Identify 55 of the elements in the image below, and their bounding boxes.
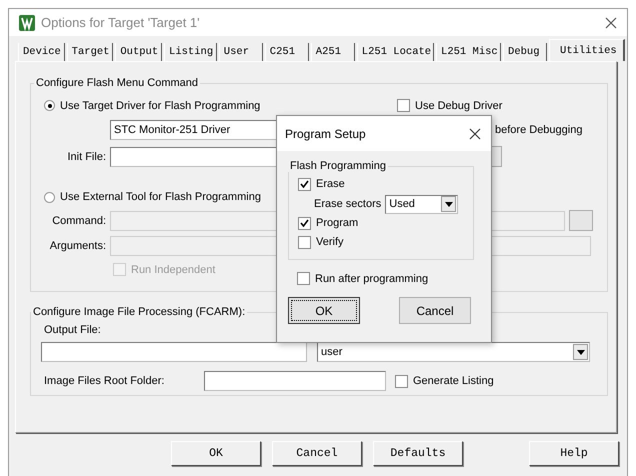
checkbox-label: Run after programming bbox=[315, 272, 428, 284]
checkbox-label: Erase bbox=[316, 178, 345, 190]
checkbox-label: Use Debug Driver bbox=[415, 100, 502, 112]
field-label: Command: bbox=[51, 214, 106, 226]
checkbox-label: before Debugging bbox=[495, 124, 582, 136]
field-label: Arguments: bbox=[48, 240, 106, 252]
checkbox[interactable] bbox=[298, 216, 311, 230]
tab[interactable]: L251 Misc bbox=[436, 43, 502, 61]
dialog-button[interactable]: Cancel bbox=[272, 441, 362, 466]
checkbox[interactable] bbox=[397, 99, 410, 112]
group-title: Flash Programming bbox=[289, 160, 387, 172]
tab[interactable]: Utilities bbox=[549, 39, 626, 61]
radio-button[interactable] bbox=[44, 100, 55, 111]
output-file-field[interactable] bbox=[41, 342, 307, 362]
dialog-button[interactable]: OK bbox=[171, 441, 261, 466]
close-icon[interactable] bbox=[605, 16, 617, 28]
browse-button[interactable] bbox=[569, 210, 593, 231]
dropdown-value: user bbox=[321, 346, 342, 358]
field-label: Image Files Root Folder: bbox=[43, 375, 166, 387]
checkbox-label: Generate Listing bbox=[413, 375, 494, 387]
dropdown[interactable]: user bbox=[317, 342, 590, 362]
group-title: Configure Flash Menu Command bbox=[35, 77, 200, 89]
dialog-button[interactable]: Defaults bbox=[373, 441, 463, 466]
radio-button[interactable] bbox=[44, 192, 55, 202]
checkbox-label: Program bbox=[316, 217, 358, 229]
dropdown-value: Used bbox=[389, 198, 415, 210]
radio-label: Use External Tool for Flash Programming bbox=[60, 191, 261, 203]
dialog-button[interactable]: Cancel bbox=[399, 297, 471, 324]
tab[interactable]: Target bbox=[66, 43, 114, 61]
tab[interactable]: Device bbox=[18, 43, 65, 61]
tab[interactable]: A251 bbox=[310, 43, 355, 61]
dialog-button[interactable]: Help bbox=[529, 441, 619, 466]
group-title: Configure Image File Processing (FCARM): bbox=[32, 306, 246, 318]
dropdown[interactable]: Used bbox=[385, 194, 458, 214]
checkbox[interactable] bbox=[297, 272, 310, 285]
dialog-button[interactable]: OK bbox=[288, 297, 360, 324]
tab[interactable]: C251 bbox=[264, 43, 309, 61]
tab[interactable]: Output bbox=[115, 43, 162, 61]
checkbox[interactable] bbox=[298, 236, 311, 248]
field-label: Output File: bbox=[44, 324, 101, 336]
tab[interactable]: L251 Locate bbox=[356, 43, 434, 61]
field-label: Erase sectors bbox=[314, 198, 382, 210]
checkbox-label: Verify bbox=[316, 236, 344, 248]
close-icon[interactable] bbox=[469, 128, 481, 140]
tab[interactable]: Debug bbox=[503, 43, 548, 61]
window-title: Options for Target 'Target 1' bbox=[41, 15, 201, 30]
tab[interactable]: Listing bbox=[164, 43, 217, 61]
app-logo-icon bbox=[19, 14, 35, 30]
checkbox[interactable] bbox=[395, 374, 408, 388]
field-label: Init File: bbox=[66, 150, 106, 162]
checkbox-label: Run Independent bbox=[131, 264, 216, 276]
root-folder-field[interactable] bbox=[204, 371, 386, 391]
tab[interactable]: User bbox=[218, 43, 263, 61]
radio-label: Use Target Driver for Flash Programming bbox=[60, 100, 260, 112]
checkbox[interactable] bbox=[298, 178, 311, 190]
